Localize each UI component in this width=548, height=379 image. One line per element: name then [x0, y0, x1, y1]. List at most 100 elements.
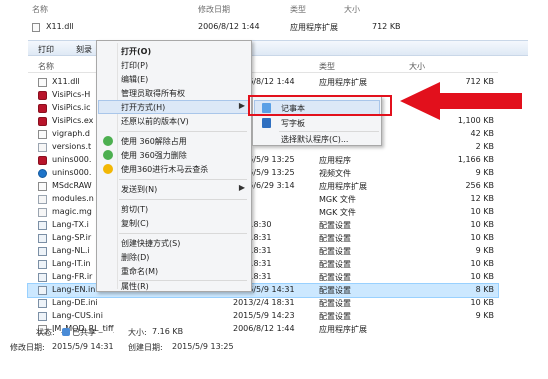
config-file-icon [38, 260, 47, 269]
config-file-icon [38, 286, 47, 295]
menu-edit[interactable]: 编辑(E) [99, 73, 249, 85]
menu-send-to[interactable]: 发送到(N) ▶ [99, 183, 249, 195]
file-size: 2 KB [475, 142, 494, 151]
file-size: 10 KB [470, 220, 494, 229]
file-type: 配置设置 [319, 221, 351, 230]
config-file-icon [38, 234, 47, 243]
menu-rename[interactable]: 重命名(M) [99, 265, 249, 277]
context-menu: 打开(O) 打印(P) 编辑(E) 管理员取得所有权 打开方式(H) ▶ 还原以前… [96, 40, 252, 292]
shared-icon [62, 328, 70, 336]
video-file-icon [38, 169, 47, 178]
menu-separator [119, 199, 247, 200]
dll-file-icon [32, 23, 40, 32]
file-name: X11.dll [46, 22, 74, 31]
exe-file-icon [38, 117, 47, 126]
status-state-label: 状态: [36, 328, 55, 337]
text-file-icon [38, 195, 47, 204]
column-type[interactable]: 类型 [319, 61, 335, 72]
file-size: 8 KB [475, 285, 494, 294]
status-created-value: 2015/5/9 13:25 [172, 342, 234, 351]
menu-360-trojan-scan[interactable]: 使用360进行木马云查杀 [99, 163, 249, 175]
file-row[interactable]: Lang-CUS.ini 2015/5/9 14:23 配置设置 9 KB [28, 310, 498, 323]
column-name[interactable]: 名称 [38, 61, 54, 72]
menu-delete[interactable]: 删除(D) [99, 251, 249, 263]
file-size: 9 KB [475, 246, 494, 255]
top-column-header: 名称 修改日期 类型 大小 [28, 4, 528, 16]
burn-button[interactable]: 刻录 [76, 44, 92, 55]
top-file-row[interactable]: X11.dll 2006/8/12 1:44 应用程序扩展 712 KB [28, 20, 528, 36]
file-size: 10 KB [470, 233, 494, 242]
file-type: 配置设置 [319, 312, 351, 321]
highlight-box [248, 95, 392, 116]
file-name: Lang-DE.ini [52, 298, 98, 307]
exe-file-icon [38, 104, 47, 113]
config-file-icon [38, 312, 47, 321]
submenu-choose-default[interactable]: 选择默认程序(C)... [255, 133, 379, 145]
menu-360-unlock[interactable]: 使用 360解除占用 [99, 135, 249, 147]
menu-separator [119, 179, 247, 180]
menu-properties[interactable]: 属性(R) [99, 279, 249, 291]
dll-file-icon [38, 182, 47, 191]
file-size: 42 KB [470, 129, 494, 138]
file-size: 10 KB [470, 298, 494, 307]
file-size: 9 KB [475, 311, 494, 320]
menu-cut[interactable]: 剪切(T) [99, 203, 249, 215]
config-file-icon [38, 273, 47, 282]
status-bar: 状态: 已共享 大小: 7.16 KB 修改日期: 2015/5/9 14:31… [10, 323, 528, 373]
file-type: MGK 文件 [319, 208, 356, 217]
file-date: 2013/2/4 18:31 [233, 298, 295, 307]
menu-open-with[interactable]: 打开方式(H) ▶ [98, 100, 250, 114]
top-header-name[interactable]: 名称 [32, 4, 48, 15]
text-file-icon [38, 143, 47, 152]
dll-file-icon [38, 130, 47, 139]
file-size: 10 KB [470, 272, 494, 281]
menu-print[interactable]: 打印(P) [99, 59, 249, 71]
status-modified-label: 修改日期: [10, 343, 45, 352]
file-size: 12 KB [470, 194, 494, 203]
menu-copy[interactable]: 复制(C) [99, 217, 249, 229]
shield-360-icon [103, 164, 113, 174]
menu-open[interactable]: 打开(O) [99, 45, 249, 57]
file-size: 10 KB [470, 259, 494, 268]
file-type: 配置设置 [319, 234, 351, 243]
file-size: 256 KB [465, 181, 494, 190]
print-button[interactable]: 打印 [38, 44, 54, 55]
config-file-icon [38, 221, 47, 230]
file-type: 配置设置 [319, 286, 351, 295]
menu-take-ownership[interactable]: 管理员取得所有权 [99, 87, 249, 99]
file-type: MGK 文件 [319, 195, 356, 204]
exe-file-icon [38, 156, 47, 165]
shield-360-icon [103, 136, 113, 146]
menu-create-shortcut[interactable]: 创建快捷方式(S) [99, 237, 249, 249]
file-type: 配置设置 [319, 247, 351, 256]
config-file-icon [38, 247, 47, 256]
menu-separator [279, 131, 379, 132]
text-file-icon [38, 208, 47, 217]
top-header-date[interactable]: 修改日期 [198, 4, 230, 15]
menu-restore-previous[interactable]: 还原以前的版本(V) [99, 115, 249, 127]
dll-file-icon [38, 78, 47, 87]
file-name: Lang-CUS.ini [52, 311, 103, 320]
submenu-wordpad[interactable]: 写字板 [255, 117, 379, 129]
file-date: 2015/5/9 14:23 [233, 311, 295, 320]
file-type: 应用程序扩展 [319, 182, 367, 191]
menu-360-force-delete[interactable]: 使用 360强力删除 [99, 149, 249, 161]
status-created-label: 创建日期: [128, 343, 163, 352]
top-header-type[interactable]: 类型 [290, 4, 306, 15]
file-size: 712 KB [372, 22, 401, 31]
file-size: 1,166 KB [457, 155, 494, 164]
file-size: 9 KB [475, 168, 494, 177]
status-modified-value: 2015/5/9 14:31 [52, 342, 114, 351]
column-size[interactable]: 大小 [409, 61, 425, 72]
status-size-value: 7.16 KB [152, 327, 184, 336]
exe-file-icon [38, 91, 47, 100]
top-header-size[interactable]: 大小 [344, 4, 360, 15]
red-arrow-icon [400, 82, 522, 120]
wordpad-icon [262, 118, 271, 128]
file-type: 应用程序扩展 [319, 78, 367, 87]
file-type: 应用程序 [319, 156, 351, 165]
file-row[interactable]: Lang-DE.ini 2013/2/4 18:31 配置设置 10 KB [28, 297, 498, 310]
shield-360-icon [103, 150, 113, 160]
status-state-value: 已共享 [72, 328, 96, 337]
submenu-arrow-icon: ▶ [238, 183, 245, 192]
